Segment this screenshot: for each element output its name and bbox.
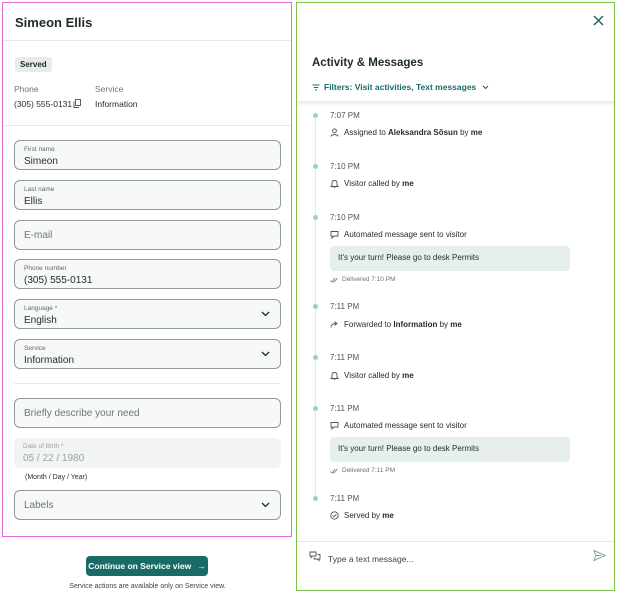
event-text: Visitor called by me xyxy=(330,371,414,380)
event-time: 7:11 PM xyxy=(330,302,360,311)
filters-label: Filters: Visit activities, Text messages xyxy=(324,82,477,92)
message-input[interactable]: Type a text message... xyxy=(328,554,414,564)
last-name-label: Last name xyxy=(24,186,55,193)
labels-select[interactable]: Labels xyxy=(14,490,281,520)
event-time: 7:11 PM xyxy=(330,353,360,362)
chevron-down-icon xyxy=(261,311,270,317)
filters-dropdown[interactable]: Filters: Visit activities, Text messages xyxy=(312,82,489,92)
first-name-value: Simeon xyxy=(24,156,58,167)
delivered-status: Delivered 7:10 PM xyxy=(330,276,395,283)
event-text: Visitor called by me xyxy=(330,179,414,188)
header-shadow xyxy=(297,101,614,107)
divider xyxy=(14,383,280,384)
phone-number-value: (305) 555-0131 xyxy=(24,275,93,286)
timeline-dot xyxy=(313,406,318,411)
copy-icon[interactable] xyxy=(73,99,81,108)
composer-divider xyxy=(297,541,614,542)
chat-bubbles-icon xyxy=(309,551,321,562)
service-view-note: Service actions are available only on Se… xyxy=(69,583,226,590)
timeline-dot xyxy=(313,304,318,309)
event-time: 7:07 PM xyxy=(330,111,360,120)
first-name-field[interactable]: First name Simeon xyxy=(14,140,281,170)
dob-label: Date of Birth * xyxy=(23,443,64,450)
divider xyxy=(3,40,291,41)
chevron-down-icon xyxy=(261,502,270,508)
date-of-birth-field: Date of Birth * 05 / 22 / 1980 xyxy=(14,438,281,468)
check-circle-icon xyxy=(330,511,339,520)
email-field[interactable]: E-mail xyxy=(14,220,281,250)
status-badge: Served xyxy=(15,57,52,72)
need-description-field[interactable]: Briefly describe your need xyxy=(14,398,281,428)
activity-panel: Activity & Messages Filters: Visit activ… xyxy=(296,2,615,591)
chevron-down-icon xyxy=(261,351,270,357)
timeline-dot xyxy=(313,355,318,360)
last-name-value: Ellis xyxy=(24,196,43,207)
continue-on-service-view-button[interactable]: Continue on Service view → xyxy=(86,556,208,576)
bell-icon xyxy=(330,180,339,188)
timeline-dot xyxy=(313,215,318,220)
double-check-icon xyxy=(330,468,338,474)
service-label: Service xyxy=(95,84,124,94)
language-select[interactable]: Language * English xyxy=(14,299,281,329)
event-time: 7:10 PM xyxy=(330,213,360,222)
service-field-label: Service xyxy=(24,345,46,352)
event-text: Forwarded to Information by me xyxy=(330,320,462,329)
double-check-icon xyxy=(330,277,338,283)
service-select[interactable]: Service Information xyxy=(14,339,281,369)
need-placeholder: Briefly describe your need xyxy=(24,408,140,419)
language-value: English xyxy=(24,315,57,326)
visitor-details-panel: Simeon Ellis Served Phone (305) 555-0131… xyxy=(2,2,292,537)
event-text: Assigned to Aleksandra Sõsun by me xyxy=(330,128,482,137)
visitor-name: Simeon Ellis xyxy=(15,15,93,30)
delivered-status: Delivered 7:11 PM xyxy=(330,467,395,474)
event-text: Automated message sent to visitor xyxy=(330,230,467,239)
divider xyxy=(3,125,291,126)
service-value: Information xyxy=(95,99,138,109)
language-label: Language * xyxy=(24,305,58,312)
message-icon xyxy=(330,231,339,239)
event-text: Automated message sent to visitor xyxy=(330,421,467,430)
close-icon[interactable] xyxy=(593,15,604,26)
chevron-down-icon xyxy=(482,85,489,89)
bell-icon xyxy=(330,372,339,380)
event-time: 7:11 PM xyxy=(330,494,360,503)
phone-label: Phone xyxy=(14,84,39,94)
message-bubble: It's your turn! Please go to desk Permit… xyxy=(330,246,570,271)
last-name-field[interactable]: Last name Ellis xyxy=(14,180,281,210)
send-icon[interactable] xyxy=(593,549,606,562)
dob-placeholder: 05 / 22 / 1980 xyxy=(23,453,85,464)
phone-number-label: Phone number xyxy=(24,265,67,272)
phone-value: (305) 555-0131 xyxy=(14,99,73,109)
service-field-value: Information xyxy=(24,355,75,366)
timeline-dot xyxy=(313,113,318,118)
arrow-right-icon: → xyxy=(197,561,206,571)
event-text: Served by me xyxy=(330,511,394,520)
first-name-label: First name xyxy=(24,146,55,153)
labels-placeholder: Labels xyxy=(24,500,54,511)
dob-hint: (Month / Day / Year) xyxy=(25,474,88,481)
activity-title: Activity & Messages xyxy=(312,57,424,69)
timeline-dot xyxy=(313,496,318,501)
phone-number-field[interactable]: Phone number (305) 555-0131 xyxy=(14,259,281,289)
message-icon xyxy=(330,422,339,430)
email-placeholder: E-mail xyxy=(24,230,53,241)
message-bubble: It's your turn! Please go to desk Permit… xyxy=(330,437,570,462)
user-icon xyxy=(330,128,339,137)
event-time: 7:10 PM xyxy=(330,162,360,171)
forward-icon xyxy=(330,321,338,328)
continue-label: Continue on Service view xyxy=(88,561,192,571)
timeline-dot xyxy=(313,164,318,169)
event-time: 7:11 PM xyxy=(330,404,360,413)
filter-icon xyxy=(312,84,320,90)
